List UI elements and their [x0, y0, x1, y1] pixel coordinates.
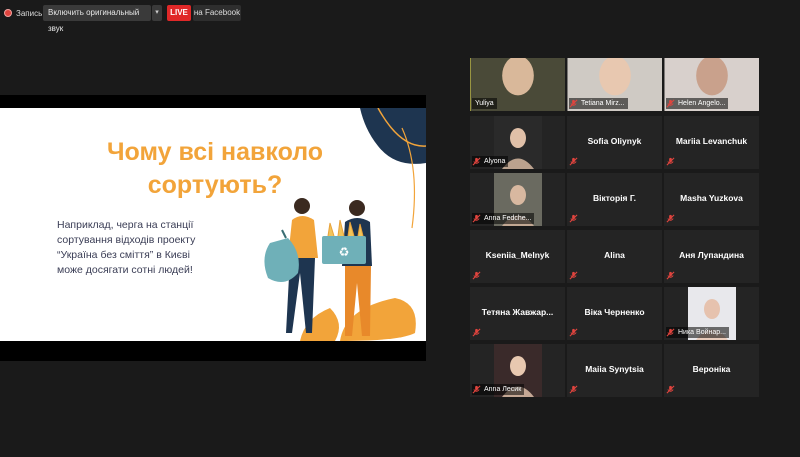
participant-name: Kseniia_Melnyk: [485, 250, 550, 260]
slide-title: Чому всі навколо сортують?: [106, 138, 324, 199]
participant-tile[interactable]: Masha Yuzkova: [664, 173, 759, 226]
meeting-toolbar: Запись Включить оригинальный звук ▾ LIVE…: [0, 0, 800, 33]
participant-tile[interactable]: Alyona: [470, 116, 565, 169]
participant-tile[interactable]: Mariia Levanchuk: [664, 116, 759, 169]
muted-mic-icon: [569, 99, 578, 108]
participant-name: Вероніка: [692, 364, 731, 374]
muted-mic-icon: [569, 214, 578, 223]
participant-tile[interactable]: Ника Войнар...: [664, 287, 759, 340]
record-icon: [4, 9, 12, 17]
participant-name: Ника Войнар...: [666, 327, 729, 338]
record-label: Запись: [16, 8, 43, 18]
muted-mic-icon: [472, 214, 481, 223]
recording-indicator[interactable]: Запись: [4, 6, 42, 20]
muted-mic-icon: [569, 157, 578, 166]
muted-mic-icon: [666, 385, 675, 394]
participant-tile[interactable]: Віка Черненко: [567, 287, 662, 340]
participant-tile[interactable]: Вікторія Г.: [567, 173, 662, 226]
muted-mic-icon: [569, 385, 578, 394]
svg-text:♻: ♻: [339, 245, 350, 259]
shared-screen: ♻ Чому всі навколо сортують? Наприклад, …: [0, 95, 426, 361]
muted-mic-icon: [666, 328, 675, 337]
participant-name: Віка Черненко: [584, 307, 645, 317]
participant-name: Anna Fedche...: [472, 213, 535, 224]
chevron-down-icon[interactable]: ▾: [152, 5, 162, 21]
muted-mic-icon: [666, 99, 675, 108]
presentation-slide: ♻ Чому всі навколо сортують? Наприклад, …: [0, 108, 426, 341]
muted-mic-icon: [472, 385, 481, 394]
participant-tile[interactable]: Вероніка: [664, 344, 759, 397]
muted-mic-icon: [666, 271, 675, 280]
participant-tile[interactable]: Anna Лесик: [470, 344, 565, 397]
participant-name: Helen Angelo...: [666, 98, 729, 109]
participant-tile[interactable]: Alina: [567, 230, 662, 283]
participant-name: Аня Лупандина: [679, 250, 744, 260]
live-badge[interactable]: LIVE: [167, 5, 191, 21]
muted-mic-icon: [472, 157, 481, 166]
participant-tile[interactable]: Helen Angelo...: [664, 58, 759, 111]
participant-name: Alina: [604, 250, 625, 260]
participant-name: Sofia Oliynyk: [587, 136, 642, 146]
muted-mic-icon: [569, 328, 578, 337]
slide-body-text: Наприклад, черга на станції сортування в…: [57, 219, 196, 276]
participant-tile[interactable]: Tetiana Mirz...: [567, 58, 662, 111]
muted-mic-icon: [472, 271, 481, 280]
participant-tile[interactable]: Anna Fedche...: [470, 173, 565, 226]
participant-tile[interactable]: Kseniia_Melnyk: [470, 230, 565, 283]
participant-tile[interactable]: Sofia Oliynyk: [567, 116, 662, 169]
participant-name: Вікторія Г.: [593, 193, 636, 203]
muted-mic-icon: [472, 328, 481, 337]
participant-tile[interactable]: Yuliya: [470, 58, 565, 111]
muted-mic-icon: [666, 157, 675, 166]
participant-name: Yuliya: [472, 98, 497, 109]
original-sound-button[interactable]: Включить оригинальный звук: [43, 5, 151, 33]
participant-tile[interactable]: Maiia Synytsia: [567, 344, 662, 397]
participant-name: Тетяна Жавжар...: [481, 307, 554, 317]
muted-mic-icon: [666, 214, 675, 223]
live-destination-label: на Facebook: [193, 5, 241, 21]
participant-tile[interactable]: Тетяна Жавжар...: [470, 287, 565, 340]
participant-tile[interactable]: Аня Лупандина: [664, 230, 759, 283]
muted-mic-icon: [569, 271, 578, 280]
participant-name: Masha Yuzkova: [680, 193, 743, 203]
participant-name: Maiia Synytsia: [585, 364, 644, 374]
participant-name: Mariia Levanchuk: [675, 136, 748, 146]
